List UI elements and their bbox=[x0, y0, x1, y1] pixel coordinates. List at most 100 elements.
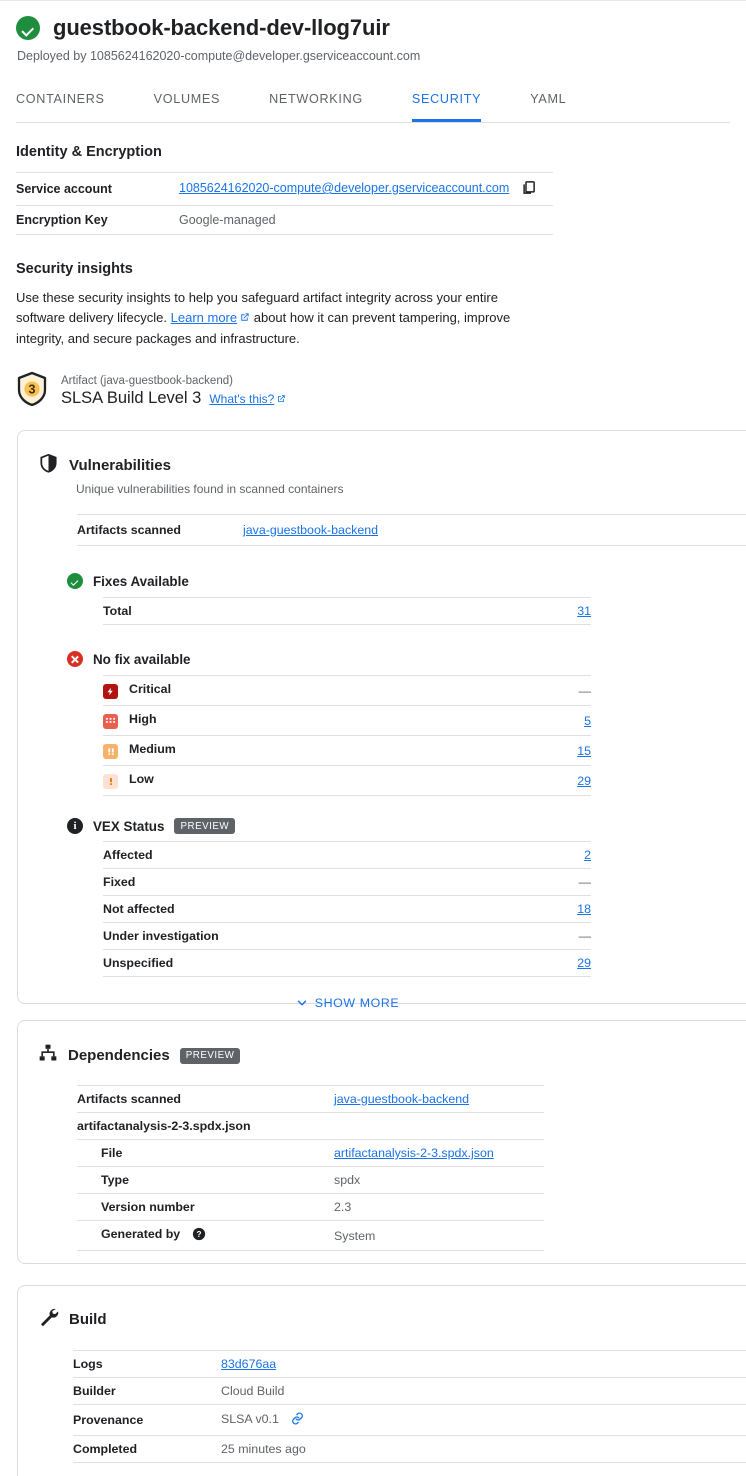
vuln-artifacts-link[interactable]: java-guestbook-backend bbox=[243, 523, 378, 537]
vex-unspecified-value[interactable]: 29 bbox=[577, 956, 591, 970]
table-row: Version number 2.3 bbox=[77, 1193, 544, 1221]
vex-under-investigation-value: — bbox=[521, 922, 591, 950]
high-severity-icon bbox=[103, 714, 118, 729]
identity-table: Service account 1085624162020-compute@de… bbox=[16, 172, 553, 235]
whats-this-link[interactable]: What's this? bbox=[209, 392, 274, 406]
vex-preview-badge: PREVIEW bbox=[174, 818, 236, 834]
vex-affected-value[interactable]: 2 bbox=[584, 848, 591, 862]
copy-icon[interactable] bbox=[521, 180, 536, 198]
title-row: guestbook-backend-dev-llog7uir bbox=[16, 15, 730, 41]
vex-affected-label: Affected bbox=[103, 841, 521, 869]
dep-filename-value bbox=[334, 1112, 544, 1140]
tab-networking[interactable]: NETWORKING bbox=[269, 82, 363, 122]
medium-severity-icon bbox=[103, 744, 118, 759]
table-row: Artifacts scanned java-guestbook-backend bbox=[77, 1085, 544, 1113]
vex-unspecified-label: Unspecified bbox=[103, 949, 521, 977]
fixes-total-value-cell: 31 bbox=[521, 597, 591, 625]
severity-critical-value: — bbox=[521, 675, 591, 706]
fixes-total-value[interactable]: 31 bbox=[577, 604, 591, 618]
vex-not-affected-value[interactable]: 18 bbox=[577, 902, 591, 916]
dep-generated-by-cell: Generated by ? bbox=[77, 1220, 334, 1251]
tab-yaml[interactable]: YAML bbox=[530, 82, 566, 122]
table-row: Total 31 bbox=[103, 597, 591, 625]
dep-type-label: Type bbox=[77, 1166, 334, 1194]
vex-under-investigation-label: Under investigation bbox=[103, 922, 521, 950]
build-builder-label: Builder bbox=[73, 1377, 221, 1405]
page-header: guestbook-backend-dev-llog7uir Deployed … bbox=[0, 1, 746, 123]
dep-artifacts-scanned-label: Artifacts scanned bbox=[77, 1085, 334, 1113]
dep-file-value-cell: artifactanalysis-2-3.spdx.json bbox=[334, 1139, 544, 1167]
table-row: Fixed — bbox=[103, 868, 591, 896]
table-row: Not affected 18 bbox=[103, 895, 591, 923]
table-row: Type spdx bbox=[77, 1166, 544, 1194]
dependencies-card: Dependencies PREVIEW Artifacts scanned j… bbox=[17, 1020, 746, 1264]
vex-status-table: Affected 2 Fixed — Not affected 18 Under… bbox=[103, 841, 591, 977]
encryption-key-label: Encryption Key bbox=[16, 205, 179, 235]
vulnerabilities-header: Vulnerabilities bbox=[38, 452, 746, 479]
dep-artifacts-scanned-value-cell: java-guestbook-backend bbox=[334, 1085, 544, 1113]
error-circle-icon bbox=[67, 651, 83, 667]
slsa-level-row: SLSA Build Level 3 What's this? bbox=[61, 389, 286, 408]
page-title: guestbook-backend-dev-llog7uir bbox=[53, 15, 390, 40]
external-link-icon bbox=[239, 309, 250, 329]
security-insights-heading: Security insights bbox=[16, 261, 133, 277]
severity-medium-label: Medium bbox=[129, 742, 176, 756]
build-provenance-value-cell: SLSA v0.1 bbox=[221, 1404, 746, 1436]
dep-version-label: Version number bbox=[77, 1193, 334, 1221]
severity-low-value[interactable]: 29 bbox=[577, 774, 591, 788]
severity-high-cell: High bbox=[103, 705, 521, 736]
tab-volumes[interactable]: VOLUMES bbox=[154, 82, 221, 122]
severity-medium-cell: Medium bbox=[103, 735, 521, 766]
tab-security[interactable]: SECURITY bbox=[411, 82, 482, 122]
check-circle-icon bbox=[16, 16, 40, 40]
service-account-link[interactable]: 1085624162020-compute@developer.gservice… bbox=[179, 181, 509, 195]
table-row: Service account 1085624162020-compute@de… bbox=[16, 172, 553, 206]
slsa-level-text: SLSA Build Level 3 bbox=[61, 389, 202, 407]
fixes-available-group: Fixes Available Total 31 bbox=[67, 573, 746, 625]
dependencies-card-inner: Dependencies PREVIEW Artifacts scanned j… bbox=[18, 1021, 746, 1251]
table-row: Medium 15 bbox=[103, 735, 591, 766]
dep-file-link[interactable]: artifactanalysis-2-3.spdx.json bbox=[334, 1146, 494, 1160]
table-row: High 5 bbox=[103, 705, 591, 736]
severity-critical-cell: Critical bbox=[103, 675, 521, 706]
table-row: Completed 25 minutes ago bbox=[73, 1435, 746, 1463]
dep-artifacts-scanned-link[interactable]: java-guestbook-backend bbox=[334, 1092, 469, 1106]
dependencies-preview-badge: PREVIEW bbox=[179, 1047, 241, 1064]
no-fix-available-group: No fix available Critical — High 5 Mediu… bbox=[67, 651, 746, 796]
severity-high-value[interactable]: 5 bbox=[584, 714, 591, 728]
table-row: Provenance SLSA v0.1 bbox=[73, 1404, 746, 1436]
table-row: Unspecified 29 bbox=[103, 949, 591, 977]
help-icon[interactable]: ? bbox=[192, 1227, 206, 1244]
encryption-key-value: Google-managed bbox=[179, 205, 553, 235]
identity-table-wrap: Service account 1085624162020-compute@de… bbox=[16, 172, 553, 235]
build-logs-link[interactable]: 83d676aa bbox=[221, 1357, 276, 1371]
security-insights-body: Use these security insights to help you … bbox=[16, 288, 528, 349]
link-chain-icon[interactable] bbox=[290, 1411, 305, 1429]
dep-filename-label: artifactanalysis-2-3.spdx.json bbox=[77, 1112, 334, 1140]
service-account-label: Service account bbox=[16, 172, 179, 206]
severity-high-value-cell: 5 bbox=[521, 705, 591, 736]
security-tab-page: guestbook-backend-dev-llog7uir Deployed … bbox=[0, 0, 746, 1476]
table-row: Logs 83d676aa bbox=[73, 1350, 746, 1378]
show-more-button[interactable]: SHOW MORE bbox=[103, 996, 591, 1010]
severity-low-label: Low bbox=[129, 772, 154, 786]
slsa-badge-row: 3 Artifact (java-guestbook-backend) SLSA… bbox=[16, 371, 730, 412]
learn-more-link[interactable]: Learn more bbox=[171, 310, 237, 325]
vex-fixed-label: Fixed bbox=[103, 868, 521, 896]
identity-heading: Identity & Encryption bbox=[16, 144, 162, 160]
fixes-total-label: Total bbox=[103, 597, 521, 625]
svg-text:3: 3 bbox=[29, 383, 36, 397]
severity-critical-label: Critical bbox=[129, 682, 172, 696]
vex-status-group: VEX Status PREVIEW Affected 2 Fixed — No… bbox=[67, 818, 746, 1010]
vex-fixed-value: — bbox=[521, 868, 591, 896]
svg-text:?: ? bbox=[196, 1230, 201, 1239]
vulnerabilities-card-inner: Vulnerabilities Unique vulnerabilities f… bbox=[18, 431, 746, 1010]
dependencies-header: Dependencies PREVIEW bbox=[38, 1043, 746, 1068]
fixes-available-header: Fixes Available bbox=[67, 573, 746, 589]
tab-containers[interactable]: CONTAINERS bbox=[16, 82, 105, 122]
build-provenance-label: Provenance bbox=[73, 1404, 221, 1436]
severity-medium-value[interactable]: 15 bbox=[577, 744, 591, 758]
build-completed-value: 25 minutes ago bbox=[221, 1435, 746, 1463]
table-row: Affected 2 bbox=[103, 841, 591, 869]
vulnerabilities-title: Vulnerabilities bbox=[69, 457, 171, 474]
